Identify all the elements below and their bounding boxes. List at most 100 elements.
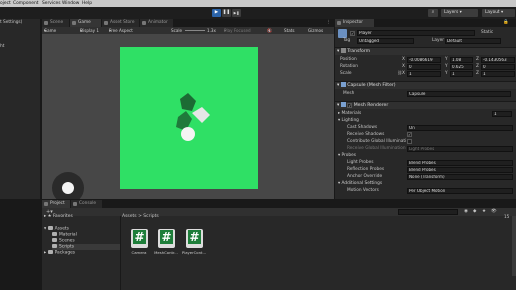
tab-project[interactable]: Project	[42, 200, 71, 208]
materials-count-field[interactable]: 1	[492, 111, 512, 117]
player-sphere-shape	[181, 127, 195, 141]
stats-toggle[interactable]: Stats	[284, 27, 294, 34]
rotation-z-field[interactable]: 0	[481, 64, 515, 70]
folder-icon	[52, 232, 57, 236]
reflection-probes-label: Reflection Probes	[347, 167, 385, 172]
active-checkbox[interactable]: ✓	[350, 31, 355, 36]
mesh-field[interactable]: Capsule	[407, 91, 511, 97]
search-icon[interactable]: ⌕	[428, 9, 438, 17]
position-x-field[interactable]: -0.0086619	[407, 57, 441, 63]
filter-label-icon[interactable]: ◆	[473, 208, 476, 216]
csharp-script-icon: #	[133, 230, 146, 244]
pause-button[interactable]: ❚❚	[222, 9, 231, 17]
object-name-field[interactable]: Player	[357, 30, 475, 36]
probes-label: Probes	[341, 153, 356, 158]
rotation-x-field[interactable]: 0	[407, 64, 441, 70]
tree-divider[interactable]	[120, 216, 121, 290]
rot-x-axis: X	[402, 64, 405, 69]
mesh-filter-icon	[340, 82, 346, 87]
inspector-panel: Inspector 🔒 ✓ Player Static Tag Untagged…	[335, 19, 516, 199]
tab-asset-store[interactable]: Asset Store	[102, 19, 140, 27]
receive-shadows-checkbox[interactable]: ✓	[407, 132, 412, 137]
scale-x-field[interactable]: 1	[407, 71, 441, 77]
play-mode-dropdown[interactable]: Play Focused ▾	[224, 27, 251, 34]
rot-y-axis: Y	[445, 64, 448, 69]
display-label: Display 1	[80, 28, 99, 33]
scale-z-field[interactable]: 1	[481, 71, 515, 77]
pos-x-axis: X	[402, 57, 405, 62]
script-file-icon[interactable]: #	[186, 229, 203, 248]
position-y-field[interactable]: 1.08	[450, 57, 473, 63]
hierarchy-item[interactable]: t Settings)	[0, 20, 22, 25]
gizmos-toggle[interactable]: Gizmos	[308, 27, 323, 34]
script-file-icon[interactable]: #	[131, 229, 148, 248]
mesh-renderer-enabled-checkbox[interactable]: ✓	[347, 103, 353, 108]
menu-item-help[interactable]: Help	[82, 1, 92, 6]
tab-scene[interactable]: Scene	[42, 19, 70, 27]
more-options-icon[interactable]: ⋮	[326, 19, 331, 27]
favorites-item[interactable]: ▸ ★ Favorites	[44, 214, 73, 219]
hierarchy-item[interactable]: ht	[0, 44, 4, 49]
tree-item-scripts[interactable]: Scripts	[52, 244, 120, 250]
light-probes-dropdown[interactable]: Blend Probes	[407, 160, 513, 166]
project-search-input[interactable]	[398, 209, 458, 215]
rotation-y-field[interactable]: 0.625	[450, 64, 473, 70]
scale-y-field[interactable]: 1	[450, 71, 473, 77]
mesh-filter-header[interactable]: ▾ Capsule (Mesh Filter)	[335, 81, 516, 89]
favorite-star-icon[interactable]: ★	[482, 208, 486, 216]
layers-dropdown[interactable]: Layers ▾	[441, 9, 478, 17]
additional-settings-label: Additional Settings	[341, 181, 383, 186]
hidden-packages-icon[interactable]: 👁	[491, 208, 497, 216]
menu-item-window[interactable]: Window	[62, 1, 79, 6]
tab-inspector[interactable]: Inspector	[335, 19, 375, 27]
joystick-handle[interactable]	[62, 182, 74, 194]
probes-foldout[interactable]: ▾ Probes	[338, 153, 356, 159]
transform-header[interactable]: ▾ Transform	[335, 47, 516, 55]
inspector-lock-icon[interactable]: 🔒	[503, 19, 509, 27]
display-dropdown[interactable]: Display 1 ▾	[80, 27, 99, 34]
display-mode-dropdown[interactable]: Game ▾	[44, 27, 56, 34]
tag-dropdown[interactable]: Untagged	[357, 38, 414, 44]
menu-item-component[interactable]: Component	[13, 1, 39, 6]
anchor-override-field[interactable]: None (Transform)	[407, 174, 513, 180]
static-toggle[interactable]: Static	[481, 30, 493, 36]
contribute-gi-checkbox[interactable]	[407, 139, 412, 144]
materials-foldout[interactable]: ▸ Materials	[338, 111, 361, 117]
position-z-field[interactable]: -0.1430563	[481, 57, 515, 63]
play-button[interactable]: ▶	[212, 9, 221, 17]
step-button[interactable]: ▶❚	[232, 9, 241, 17]
lighting-foldout[interactable]: ▾ Lighting	[338, 118, 359, 124]
aspect-dropdown[interactable]: Free Aspect ▾	[109, 27, 133, 34]
tree-item-packages[interactable]: ▸ Packages	[44, 250, 75, 256]
light-probes-label: Light Probes	[347, 160, 374, 165]
filter-type-icon[interactable]: ◉	[464, 208, 468, 216]
script-file-icon[interactable]: #	[158, 229, 175, 248]
layout-dropdown[interactable]: Layout ▾	[482, 9, 515, 17]
materials-label: Materials	[341, 111, 362, 116]
cast-shadows-dropdown[interactable]: On	[407, 125, 513, 131]
menu-item-services[interactable]: Services	[42, 1, 61, 6]
asset-count: 15	[504, 214, 510, 219]
project-scrollbar[interactable]	[512, 216, 516, 276]
menu-item-project[interactable]: oject	[0, 1, 11, 6]
reflection-probes-dropdown[interactable]: Blend Probes	[407, 167, 513, 173]
tab-game[interactable]: Game	[70, 19, 102, 27]
tree-label: Material	[59, 232, 77, 238]
motion-vectors-dropdown[interactable]: Per Object Motion	[407, 188, 513, 194]
breadcrumb[interactable]: Assets > Scripts	[122, 214, 159, 219]
additional-settings-foldout[interactable]: ▾ Additional Settings	[338, 181, 382, 187]
receive-gi-dropdown[interactable]: Light Probes	[407, 146, 513, 152]
layer-dropdown[interactable]: Default	[445, 38, 501, 44]
tree-item-material[interactable]: Material	[52, 232, 77, 238]
tab-console[interactable]: Console	[71, 200, 103, 208]
scale-slider[interactable]	[185, 30, 205, 31]
tree-item-scenes[interactable]: Scenes	[52, 238, 75, 244]
rot-z-axis: Z	[476, 64, 479, 69]
mute-audio-icon[interactable]: 🔇	[267, 27, 272, 34]
tree-item-assets[interactable]: ▾ Assets	[44, 226, 69, 232]
mesh-renderer-header[interactable]: ▾ ✓ Mesh Renderer	[335, 101, 516, 109]
player-capsule-shape	[180, 93, 196, 111]
game-viewport[interactable]	[42, 34, 334, 199]
tab-animator[interactable]: Animator	[140, 19, 174, 27]
menu-bar: oject Component Services Window Help	[0, 0, 516, 7]
